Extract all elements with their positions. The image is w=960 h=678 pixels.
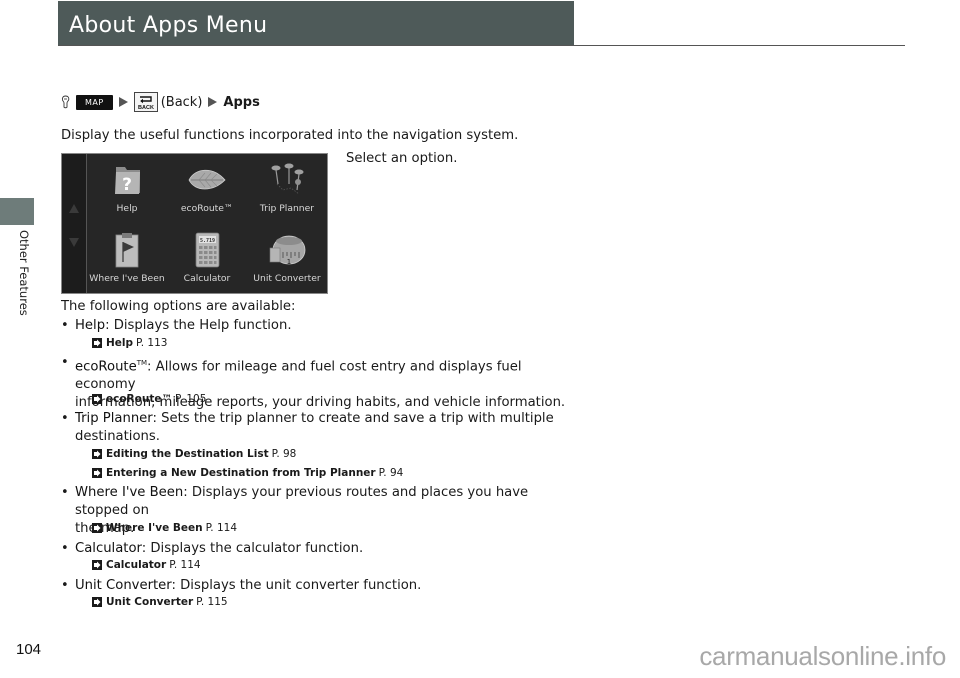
reference-link[interactable]: Editing the Destination List P. 98 — [92, 448, 296, 460]
option-name: Unit Converter — [75, 578, 172, 593]
app-label: ecoRoute™ — [180, 203, 234, 214]
option-name: Where I've Been — [75, 485, 184, 500]
back-label: (Back) — [160, 94, 203, 110]
page-title: About Apps Menu — [69, 13, 268, 38]
option-desc: : Displays the unit converter function. — [171, 578, 422, 593]
option-name: Trip Planner — [75, 411, 153, 426]
app-label: Where I've Been — [89, 273, 165, 284]
reference-link[interactable]: ecoRoute™ P. 105 — [92, 393, 206, 405]
option-name: ecoRoute — [75, 359, 137, 375]
option-trip-planner: • Trip Planner: Sets the trip planner to… — [61, 410, 581, 446]
app-tile-unit-converter: 1 Unit Converter — [247, 224, 327, 290]
leaf-icon — [188, 169, 226, 190]
path-arrow-icon — [208, 97, 218, 107]
app-label: Unit Converter — [253, 273, 321, 284]
app-tile-where-ive-been: Where I've Been — [87, 224, 167, 290]
measuring-tape-icon: 1 — [269, 235, 306, 266]
bullet-icon: • — [61, 411, 69, 426]
app-tile-calculator: 5.719 Calculator — [167, 224, 247, 290]
option-desc: : Displays the Help function. — [105, 318, 292, 333]
chapter-tab-marker — [0, 198, 34, 225]
section-title-bar: About Apps Menu — [58, 1, 574, 46]
option-calculator: • Calculator: Displays the calculator fu… — [61, 540, 581, 558]
reference-arrow-icon — [92, 394, 102, 404]
scroll-up-icon — [69, 204, 79, 213]
apps-menu-screen: ? Help ecoRoute™ Trip Planner Where I've… — [61, 153, 328, 294]
svg-text:BACK: BACK — [138, 105, 154, 110]
reference-link[interactable]: Entering a New Destination from Trip Pla… — [92, 467, 403, 479]
map-button: MAP — [76, 94, 113, 110]
watermark-link[interactable]: carmanualsonline.info — [699, 641, 946, 672]
option-desc: : Sets the trip planner to create and sa… — [152, 411, 554, 426]
options-heading: The following options are available: — [61, 299, 296, 314]
bullet-icon: • — [61, 355, 69, 370]
svg-text:1: 1 — [287, 258, 291, 266]
pushpins-icon — [271, 163, 304, 195]
navigation-path: MAP BACK (Back) Apps — [61, 92, 266, 112]
bullet-icon: • — [61, 578, 69, 593]
reference-link[interactable]: Help P. 113 — [92, 337, 167, 349]
reference-link[interactable]: Calculator P. 114 — [92, 559, 201, 571]
reference-arrow-icon — [92, 597, 102, 607]
option-name: Help — [75, 318, 106, 333]
bullet-icon: • — [61, 541, 69, 556]
reference-arrow-icon — [92, 338, 102, 348]
reference-arrow-icon — [92, 468, 102, 478]
reference-link[interactable]: Unit Converter P. 115 — [92, 596, 228, 608]
voice-command-icon — [61, 95, 70, 109]
select-option-caption: Select an option. — [346, 151, 458, 166]
app-label: Trip Planner — [259, 203, 315, 214]
clipboard-flag-icon — [115, 233, 139, 268]
option-desc-cont: destinations. — [75, 429, 160, 444]
title-divider — [58, 45, 905, 46]
app-tile-help: ? Help — [87, 154, 167, 220]
app-label: Calculator — [183, 273, 231, 284]
scroll-down-icon — [69, 238, 79, 247]
path-arrow-icon — [118, 97, 128, 107]
apps-label: Apps — [223, 94, 260, 110]
reference-arrow-icon — [92, 560, 102, 570]
option-unit-converter: • Unit Converter: Displays the unit conv… — [61, 577, 581, 595]
reference-arrow-icon — [92, 523, 102, 533]
bullet-icon: • — [61, 318, 69, 333]
app-label: Help — [116, 203, 138, 214]
calculator-icon: 5.719 — [195, 232, 220, 268]
reference-link[interactable]: Where I've Been P. 114 — [92, 522, 237, 534]
reference-arrow-icon — [92, 449, 102, 459]
app-tile-ecoroute: ecoRoute™ — [167, 154, 247, 220]
option-desc: : Displays the calculator function. — [141, 541, 364, 556]
app-tile-trip-planner: Trip Planner — [247, 154, 327, 220]
chapter-tab-label: Other Features — [17, 230, 31, 316]
svg-text:5.719: 5.719 — [200, 238, 215, 244]
option-name: Calculator — [75, 541, 142, 556]
back-button-icon: BACK — [133, 92, 158, 112]
option-help: • Help: Displays the Help function. — [61, 317, 581, 335]
page-number: 104 — [16, 641, 42, 658]
svg-text:?: ? — [122, 175, 132, 195]
help-folder-icon: ? — [115, 167, 140, 195]
intro-text: Display the useful functions incorporate… — [61, 128, 519, 143]
bullet-icon: • — [61, 485, 69, 500]
